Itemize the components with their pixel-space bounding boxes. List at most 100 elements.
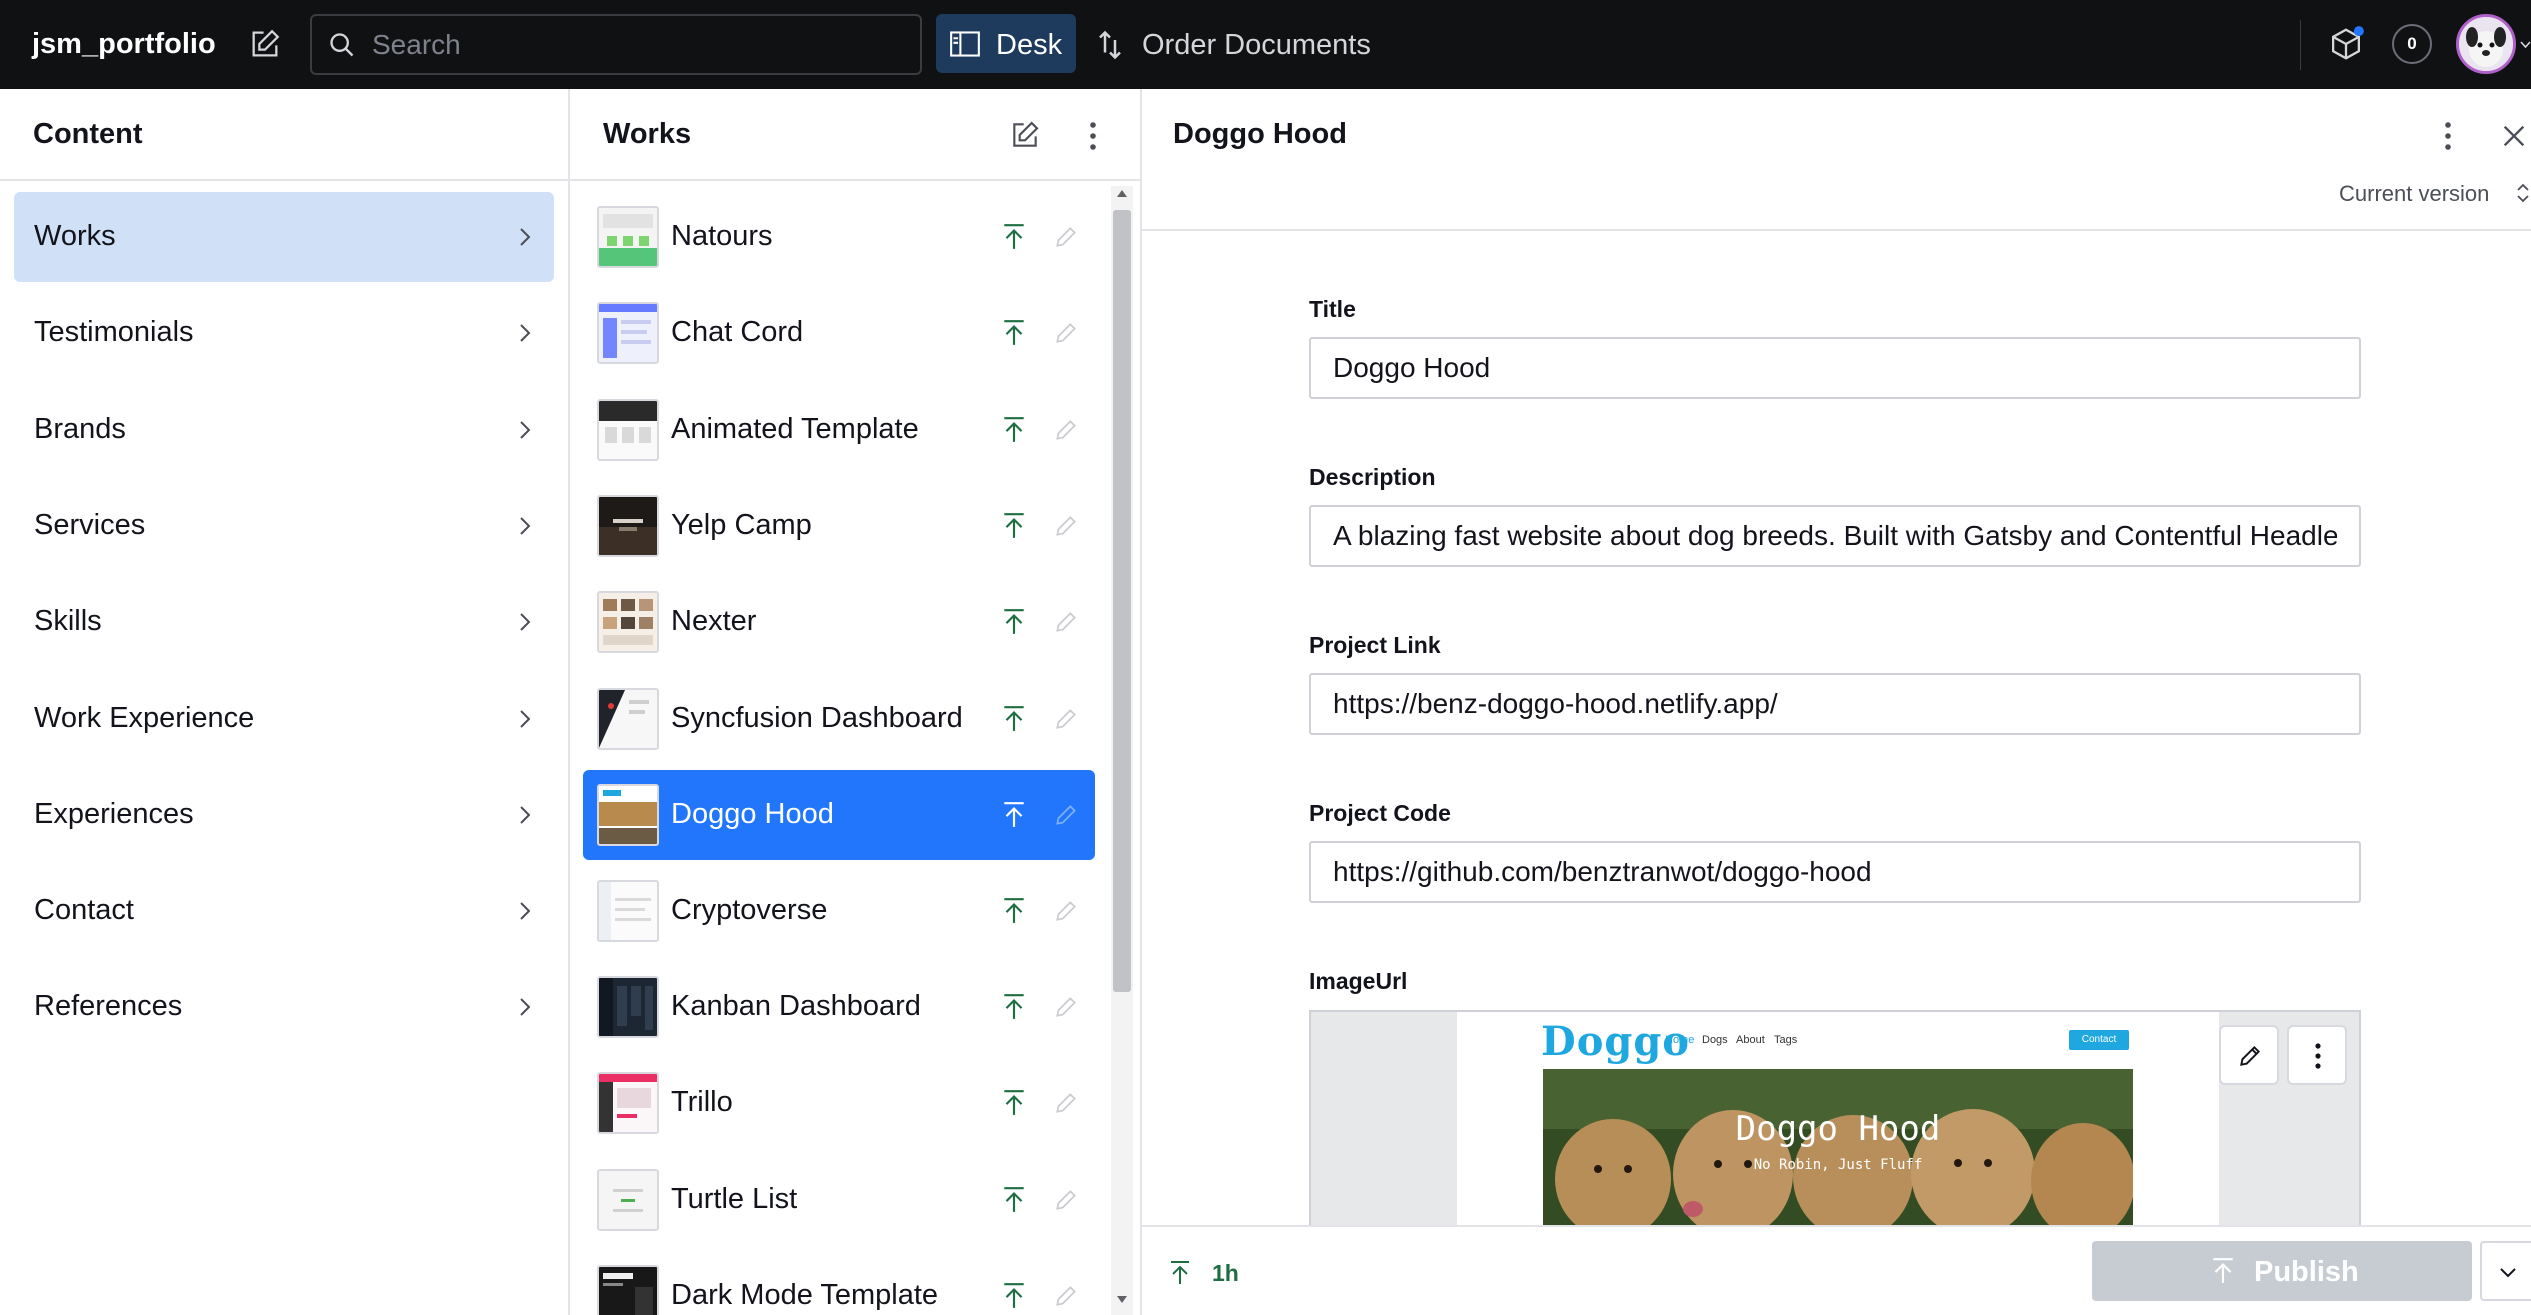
thumbnail-image [597, 880, 659, 942]
preview-hero-subtitle: No Robin, Just Fluff [1753, 1157, 1923, 1173]
edit-image-button[interactable] [2219, 1025, 2279, 1085]
content-item-references[interactable]: References [14, 962, 554, 1052]
desk-icon [950, 31, 980, 57]
content-item-label: Works [34, 220, 116, 252]
package-icon[interactable] [2326, 24, 2366, 64]
chevron-right-icon [520, 902, 531, 920]
chevron-up-down-icon[interactable] [2516, 181, 2530, 205]
work-item-chat-cord[interactable]: Chat Cord [583, 288, 1095, 378]
content-item-label: Contact [34, 894, 134, 926]
order-documents-tool-button[interactable]: Order Documents [1096, 14, 1396, 73]
published-icon [1004, 513, 1024, 538]
publish-button[interactable]: Publish [2092, 1241, 2472, 1301]
thumbnail-image [597, 1265, 659, 1315]
website-screenshot-preview: Doggo Home Dogs About Tags Contact Doggo… [1457, 1012, 2219, 1225]
search-field[interactable] [310, 14, 922, 75]
more-vertical-icon[interactable] [1086, 119, 1100, 153]
thumbnail-image [597, 495, 659, 557]
work-item-doggo-hood[interactable]: Doggo Hood [583, 770, 1095, 860]
content-item-experiences[interactable]: Experiences [14, 770, 554, 860]
published-icon [1004, 609, 1024, 634]
content-item-skills[interactable]: Skills [14, 577, 554, 667]
chevron-down-icon[interactable] [2520, 40, 2531, 50]
published-icon [1004, 1283, 1024, 1308]
preview-contact-button: Contact [2069, 1030, 2129, 1050]
chevron-down-icon [2500, 1268, 2516, 1278]
preview-hero-title: Doggo Hood [1735, 1109, 1941, 1149]
work-item-label: Nexter [671, 605, 757, 637]
chevron-right-icon [520, 998, 531, 1016]
work-item-label: Trillo [671, 1086, 733, 1118]
edit-pencil-icon [1056, 516, 1076, 536]
project-code-input[interactable] [1309, 841, 2361, 903]
chevron-right-icon [520, 228, 531, 246]
title-input[interactable] [1309, 337, 2361, 399]
published-icon [1004, 706, 1024, 731]
new-document-icon[interactable] [248, 27, 282, 61]
search-icon [330, 33, 354, 57]
work-item-label: Cryptoverse [671, 894, 828, 926]
more-vertical-icon[interactable] [2441, 119, 2455, 153]
work-item-dark-mode-template[interactable]: Dark Mode Template [583, 1251, 1095, 1315]
top-navbar: jsm_portfolio Desk Order Documents 0 [0, 0, 2531, 89]
edit-pencil-icon [1056, 901, 1076, 921]
work-item-nexter[interactable]: Nexter [583, 577, 1095, 667]
desk-tool-button[interactable]: Desk [936, 14, 1076, 73]
compose-icon[interactable] [1009, 119, 1041, 151]
scroll-down-arrow-icon[interactable] [1116, 1295, 1128, 1304]
published-icon [1004, 994, 1024, 1019]
project-link-input[interactable] [1309, 673, 2361, 735]
work-item-kanban-dashboard[interactable]: Kanban Dashboard [583, 962, 1095, 1052]
edit-pencil-icon [1056, 1093, 1076, 1113]
content-item-testimonials[interactable]: Testimonials [14, 288, 554, 378]
edit-pencil-icon [1056, 1190, 1076, 1210]
thumbnail-image [597, 688, 659, 750]
scroll-up-arrow-icon[interactable] [1116, 189, 1128, 198]
content-item-label: Brands [34, 413, 126, 445]
work-item-label: Doggo Hood [671, 798, 834, 830]
search-input[interactable] [372, 26, 902, 64]
description-input[interactable] [1309, 505, 2361, 567]
edit-pencil-icon [1056, 997, 1076, 1017]
content-item-services[interactable]: Services [14, 481, 554, 571]
work-item-label: Animated Template [671, 413, 919, 445]
content-item-brands[interactable]: Brands [14, 385, 554, 475]
content-item-label: Experiences [34, 798, 194, 830]
content-item-works[interactable]: Works [14, 192, 554, 282]
thumbnail-image [597, 784, 659, 846]
publish-actions-menu-button[interactable] [2480, 1241, 2531, 1301]
work-item-animated-template[interactable]: Animated Template [583, 385, 1095, 475]
edit-pencil-icon [1056, 805, 1076, 825]
work-item-yelp-camp[interactable]: Yelp Camp [583, 481, 1095, 571]
thumbnail-image [597, 399, 659, 461]
work-item-natours[interactable]: Natours [583, 192, 1095, 282]
publish-label: Publish [2254, 1256, 2359, 1288]
thumbnail-image [597, 1072, 659, 1134]
published-time-ago[interactable]: 1h [1212, 1260, 1239, 1287]
user-avatar[interactable] [2456, 14, 2516, 74]
close-icon[interactable] [2500, 122, 2528, 150]
content-item-work-experience[interactable]: Work Experience [14, 674, 554, 764]
content-item-label: Services [34, 509, 146, 541]
edit-pencil-icon [1056, 709, 1076, 729]
edit-pencil-icon [2240, 1045, 2261, 1066]
image-options-button[interactable] [2287, 1025, 2347, 1085]
published-icon [1171, 1261, 1189, 1284]
scrollbar-thumb[interactable] [1113, 210, 1131, 992]
published-icon [1004, 417, 1024, 442]
work-item-trillo[interactable]: Trillo [583, 1058, 1095, 1148]
order-documents-label: Order Documents [1142, 29, 1371, 61]
image-preview-field[interactable]: Doggo Home Dogs About Tags Contact Doggo… [1309, 1010, 2361, 1225]
work-item-syncfusion-dashboard[interactable]: Syncfusion Dashboard [583, 674, 1095, 764]
thumbnail-image [597, 591, 659, 653]
notification-count-badge[interactable]: 0 [2392, 24, 2432, 64]
preview-hero-image: Doggo Hood No Robin, Just Fluff [1543, 1069, 2133, 1225]
content-item-contact[interactable]: Contact [14, 866, 554, 956]
version-selector[interactable]: Current version [2339, 181, 2489, 207]
work-item-cryptoverse[interactable]: Cryptoverse [583, 866, 1095, 956]
desk-label: Desk [996, 29, 1063, 61]
project-name[interactable]: jsm_portfolio [32, 28, 216, 61]
work-item-turtle-list[interactable]: Turtle List [583, 1155, 1095, 1245]
thumbnail-image [597, 976, 659, 1038]
thumbnail-image [597, 1169, 659, 1231]
